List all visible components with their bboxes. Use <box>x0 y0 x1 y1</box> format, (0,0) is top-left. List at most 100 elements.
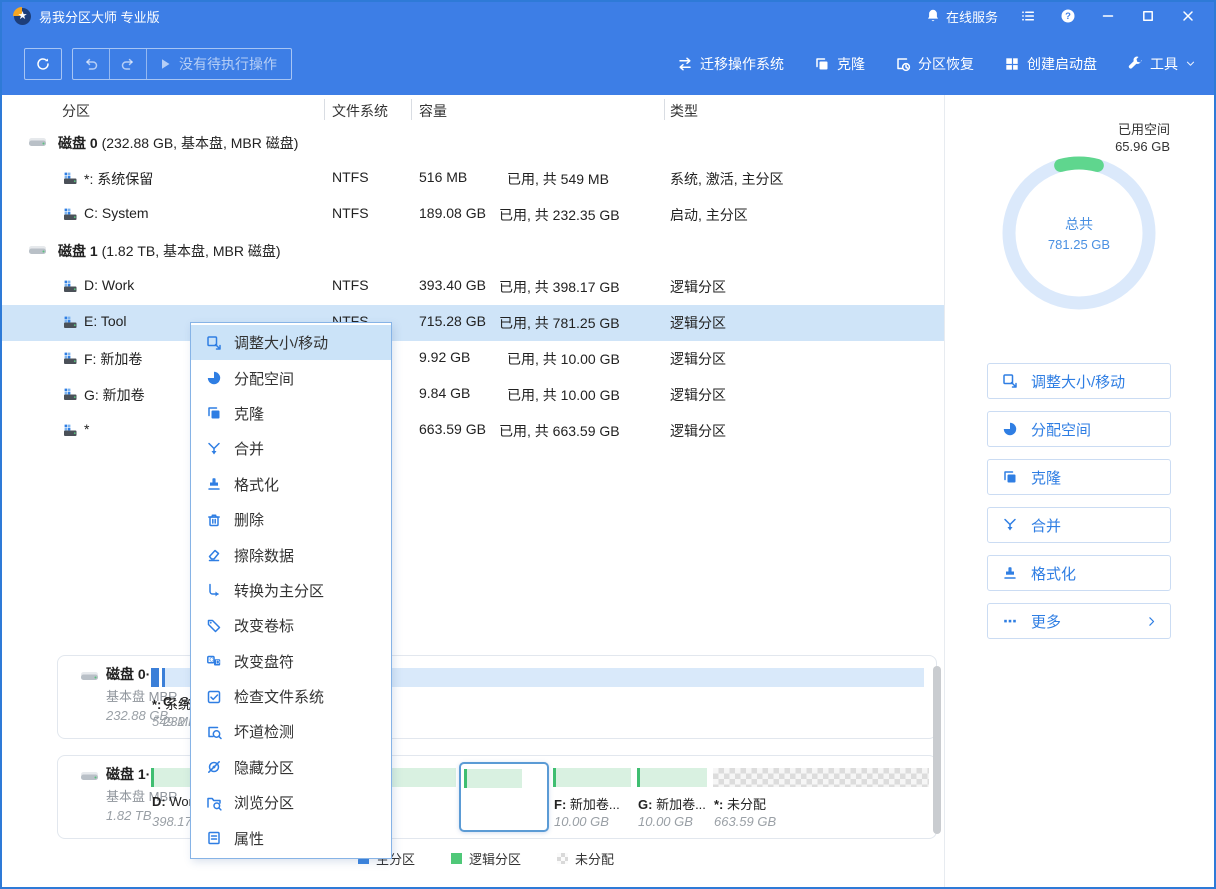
sidebar-button-allocate-space[interactable]: 分配空间 <box>987 411 1171 447</box>
help-button[interactable]: ? <box>1060 8 1076 24</box>
table-header: 分区 文件系统 容量 类型 <box>2 95 944 125</box>
migrate-os-icon <box>677 56 693 72</box>
row-name: 磁盘 1 (1.82 TB, 基本盘, MBR 磁盘) <box>58 241 281 261</box>
partition-size: 10.00 GB <box>554 814 609 829</box>
partition-block[interactable]: *: 系统保留549 MB <box>151 666 159 728</box>
redo-button[interactable] <box>110 49 147 79</box>
menu-item-hide-partition[interactable]: 隐藏分区 <box>191 750 391 785</box>
partition-drive-icon <box>62 386 78 402</box>
row-name: * <box>84 421 89 437</box>
partition-row[interactable]: G: 新加卷9.84 GB已用, 共 10.00 GB逻辑分区 <box>2 377 944 413</box>
migrate-os-label: 迁移操作系统 <box>700 54 784 74</box>
chevron-down-icon <box>1185 58 1196 69</box>
menu-item-check-fs[interactable]: 检查文件系统 <box>191 679 391 714</box>
partition-row[interactable]: D: WorkNTFS393.40 GB已用, 共 398.17 GB逻辑分区 <box>2 269 944 305</box>
partition-block[interactable]: G: 新加卷...10.00 GB <box>637 766 707 828</box>
row-type: 逻辑分区 <box>670 349 726 369</box>
tools-button[interactable]: 工具 <box>1127 54 1196 74</box>
legend: 主分区逻辑分区未分配 <box>358 849 614 868</box>
sidebar-button-resize-move[interactable]: 调整大小/移动 <box>987 363 1171 399</box>
sidebar-button-format[interactable]: 格式化 <box>987 555 1171 591</box>
undo-button[interactable] <box>73 49 110 79</box>
disk-icon <box>28 242 47 258</box>
row-filesystem: NTFS <box>332 277 369 293</box>
partition-label: F: 新加卷... <box>554 794 620 813</box>
legend-label: 未分配 <box>575 849 614 868</box>
menu-item-label: 改变盘符 <box>234 651 294 672</box>
row-name: *: 系统保留 <box>84 169 153 189</box>
partition-row[interactable]: *663.59 GB已用, 共 663.59 GB逻辑分区 <box>2 413 944 449</box>
delete-icon <box>205 512 223 528</box>
partition-block-selected[interactable] <box>459 762 549 832</box>
sidebar-button-clone[interactable]: 克隆 <box>987 459 1171 495</box>
partition-row[interactable]: *: 系统保留NTFS516 MB已用, 共 549 MB系统, 激活, 主分区 <box>2 161 944 197</box>
row-type: 逻辑分区 <box>670 277 726 297</box>
menu-item-wipe-data[interactable]: 擦除数据 <box>191 537 391 572</box>
partition-usage-bar <box>464 769 522 788</box>
menu-item-label: 调整大小/移动 <box>234 332 328 353</box>
browse-partition-icon <box>205 795 223 811</box>
partition-size: 10.00 GB <box>638 814 693 829</box>
maximize-button[interactable] <box>1140 8 1156 24</box>
minimize-icon <box>1100 8 1116 24</box>
disk-card-1[interactable]: 磁盘 1·基本盘 MBR1.82 TBD: Work398.17 GBF: 新加… <box>57 755 937 839</box>
minimize-button[interactable] <box>1100 8 1116 24</box>
execute-operations-button[interactable]: 没有待执行操作 <box>147 49 291 79</box>
column-header-capacity[interactable]: 容量 <box>419 101 447 121</box>
convert-primary-icon <box>205 582 223 598</box>
menu-item-label: 删除 <box>234 509 264 530</box>
row-name: F: 新加卷 <box>84 349 142 369</box>
migrate-os-button[interactable]: 迁移操作系统 <box>677 54 784 74</box>
menu-item-browse-partition[interactable]: 浏览分区 <box>191 785 391 820</box>
create-boot-disk-button[interactable]: 创建启动盘 <box>1004 54 1097 74</box>
vertical-scrollbar[interactable] <box>933 666 941 834</box>
menu-item-clone[interactable]: 克隆 <box>191 396 391 431</box>
disk-row[interactable]: 磁盘 1 (1.82 TB, 基本盘, MBR 磁盘) <box>2 233 944 269</box>
clone-button[interactable]: 克隆 <box>814 54 865 74</box>
window-title: 易我分区大师 专业版 <box>39 7 160 26</box>
close-button[interactable] <box>1180 8 1196 24</box>
partition-row[interactable]: E: ToolNTFS715.28 GB已用, 共 781.25 GB逻辑分区 <box>2 305 944 341</box>
menu-item-bad-sector[interactable]: 坏道检测 <box>191 714 391 749</box>
partition-recovery-button[interactable]: 分区恢复 <box>895 54 974 74</box>
help-icon: ? <box>1060 8 1076 24</box>
menu-item-merge[interactable]: 合并 <box>191 431 391 466</box>
partition-label: G: 新加卷... <box>638 794 706 813</box>
menu-list-button[interactable] <box>1020 8 1036 24</box>
row-capacity-total: 已用, 共 398.17 GB <box>499 277 620 297</box>
menu-item-properties[interactable]: 属性 <box>191 820 391 855</box>
partition-row[interactable]: C: SystemNTFS189.08 GB已用, 共 232.35 GB启动,… <box>2 197 944 233</box>
column-header-partition[interactable]: 分区 <box>62 101 90 121</box>
menu-item-label: 检查文件系统 <box>234 686 324 707</box>
menu-item-change-label[interactable]: 改变卷标 <box>191 608 391 643</box>
menu-item-change-letter[interactable]: CD改变盘符 <box>191 644 391 679</box>
partition-row[interactable]: F: 新加卷 9.92 GB已用, 共 10.00 GB 逻辑分区 <box>2 341 944 377</box>
row-capacity-used: 9.92 GB <box>419 349 507 365</box>
partition-size: 663.59 GB <box>714 814 776 829</box>
partition-block[interactable]: F: 新加卷...10.00 GB <box>553 766 631 828</box>
disk-card-0[interactable]: 磁盘 0·基本盘 MBR232.88 GB*: 系统保留549 MBC: Sys… <box>57 655 937 739</box>
menu-item-delete[interactable]: 删除 <box>191 502 391 537</box>
menu-item-label: 隐藏分区 <box>234 757 294 778</box>
partition-block[interactable]: *: 未分配663.59 GB <box>713 766 929 828</box>
clone-icon <box>814 56 830 72</box>
sidebar-button-merge[interactable]: 合并 <box>987 507 1171 543</box>
row-capacity-total: 已用, 共 10.00 GB <box>507 349 620 369</box>
row-type: 系统, 激活, 主分区 <box>670 169 784 189</box>
column-header-filesystem[interactable]: 文件系统 <box>332 101 388 121</box>
menu-item-convert-primary[interactable]: 转换为主分区 <box>191 573 391 608</box>
partition-drive-icon <box>62 422 78 438</box>
wipe-data-icon <box>205 547 223 563</box>
online-service-button[interactable]: 在线服务 <box>925 7 998 26</box>
refresh-button[interactable] <box>24 48 62 80</box>
menu-item-resize-move[interactable]: 调整大小/移动 <box>191 325 391 360</box>
menu-item-format[interactable]: 格式化 <box>191 467 391 502</box>
row-filesystem: NTFS <box>332 169 369 185</box>
menu-item-label: 转换为主分区 <box>234 580 324 601</box>
disk-row[interactable]: 磁盘 0 (232.88 GB, 基本盘, MBR 磁盘) <box>2 125 944 161</box>
sidebar-button-more[interactable]: 更多 <box>987 603 1171 639</box>
menu-item-allocate-space[interactable]: 分配空间 <box>191 360 391 395</box>
svg-text:?: ? <box>1065 11 1071 22</box>
column-header-type[interactable]: 类型 <box>670 101 698 121</box>
row-capacity-used: 516 MB <box>419 169 507 185</box>
